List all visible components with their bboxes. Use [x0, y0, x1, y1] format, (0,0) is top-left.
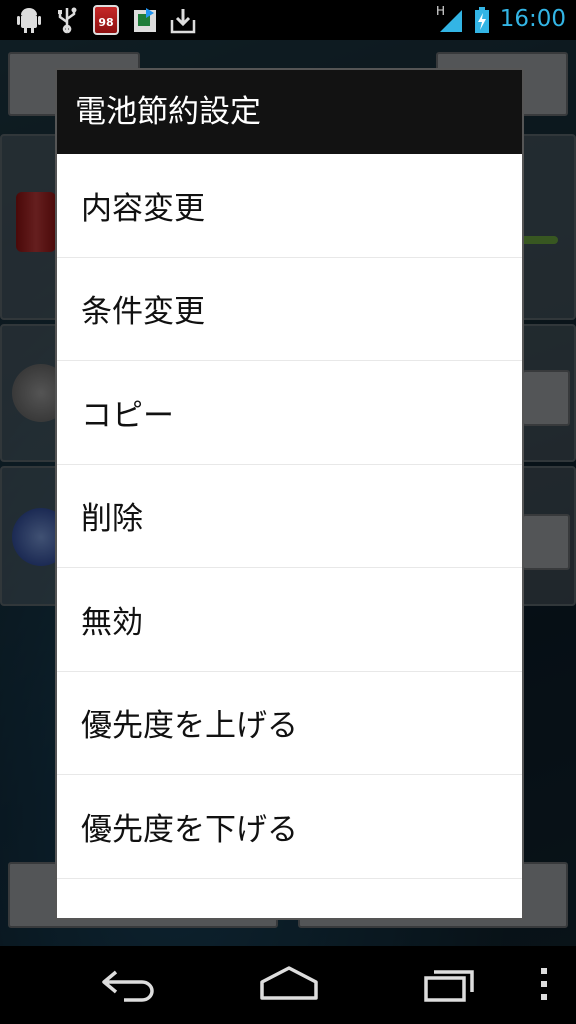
menu-item-lower-priority[interactable]: 優先度を下げる: [57, 775, 522, 879]
menu-icon[interactable]: [538, 964, 550, 1004]
battery-app-badge: 98: [98, 16, 114, 29]
menu-item-label: 条件変更: [81, 294, 205, 331]
menu-item-label: 優先度を下げる: [81, 811, 298, 848]
menu-item-label: 優先度を上げる: [81, 708, 298, 745]
menu-item-label: コピー: [81, 397, 174, 434]
status-bar: 98 H 16:00: [0, 0, 576, 40]
dialog-title: 電池節約設定: [57, 70, 522, 154]
menu-list: 内容変更 条件変更 コピー 削除 無効 優先度を上げる 優先度を下げる: [57, 154, 522, 919]
menu-item-copy[interactable]: コピー: [57, 361, 522, 465]
sync-icon: [134, 8, 156, 32]
signal-icon: [440, 10, 462, 32]
battery-app-icon: 98: [93, 5, 119, 35]
menu-item-delete[interactable]: 削除: [57, 465, 522, 568]
menu-item-label: 無効: [81, 604, 143, 641]
context-menu-dialog: 電池節約設定 内容変更 条件変更 コピー 削除 無効 優先度を上げる 優先度を下…: [55, 68, 524, 920]
home-icon[interactable]: [258, 964, 320, 1004]
menu-item-disable[interactable]: 無効: [57, 568, 522, 672]
menu-item-edit-content[interactable]: 内容変更: [57, 154, 522, 258]
battery-charging-icon: [475, 7, 489, 33]
menu-item-label: 削除: [81, 501, 143, 538]
status-clock: 16:00: [499, 6, 566, 32]
menu-item-partially-hidden[interactable]: [57, 879, 522, 919]
download-icon: [170, 9, 196, 34]
recent-apps-icon[interactable]: [422, 964, 478, 1004]
menu-item-raise-priority[interactable]: 優先度を上げる: [57, 672, 522, 775]
menu-item-label: 内容変更: [81, 190, 205, 227]
usb-icon: [58, 7, 77, 34]
navigation-bar: [0, 946, 576, 1024]
android-debug-icon: [17, 8, 41, 33]
back-icon[interactable]: [98, 964, 158, 1004]
menu-item-edit-condition[interactable]: 条件変更: [57, 258, 522, 361]
